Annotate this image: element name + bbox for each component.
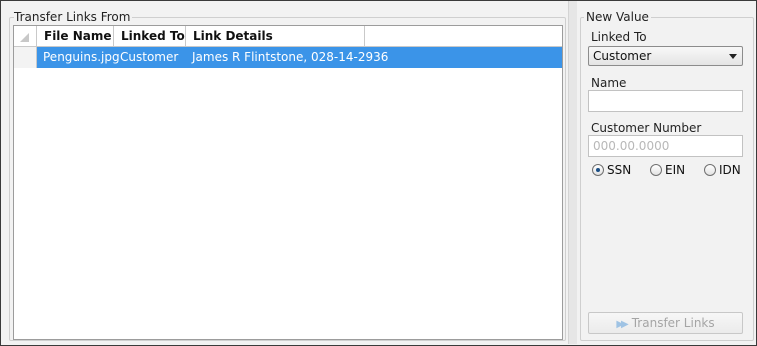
links-grid[interactable]: File Name Linked To Link Details Penguin… xyxy=(13,25,563,340)
linked-to-select[interactable]: Customer xyxy=(588,46,743,66)
radio-selected-dot xyxy=(596,168,600,172)
radio-idn-label: IDN xyxy=(719,163,741,177)
column-header-file-name[interactable]: File Name xyxy=(37,26,114,46)
new-value-title: New Value xyxy=(584,10,651,24)
customer-number-input[interactable] xyxy=(588,135,743,157)
cell-linked-to[interactable]: Customer xyxy=(114,47,178,68)
grid-header: File Name Linked To Link Details xyxy=(14,26,562,47)
transfer-arrow-icon: ▶▶ xyxy=(616,319,629,330)
cell-link-details[interactable]: James R Flintstone, 028-14-2936 xyxy=(186,47,388,68)
column-header-linked-to[interactable]: Linked To xyxy=(114,26,186,46)
cell-file-name[interactable]: Penguins.jpg xyxy=(37,47,120,68)
transfer-links-from-title: Transfer Links From xyxy=(14,10,133,24)
select-all-corner[interactable] xyxy=(14,26,37,46)
table-row[interactable]: Penguins.jpg Customer James R Flintstone… xyxy=(14,47,562,68)
radio-ssn-circle xyxy=(592,164,604,176)
radio-ein-circle xyxy=(650,164,662,176)
radio-idn-circle xyxy=(704,164,716,176)
chevron-down-icon xyxy=(729,54,737,59)
transfer-links-button[interactable]: ▶▶ Transfer Links xyxy=(588,312,743,334)
transfer-links-button-label: Transfer Links xyxy=(631,316,715,330)
customer-number-label: Customer Number xyxy=(591,121,702,135)
radio-ein-label: EIN xyxy=(665,163,686,177)
row-header[interactable] xyxy=(14,47,37,68)
linked-to-label: Linked To xyxy=(591,30,647,44)
select-all-icon xyxy=(20,33,29,42)
name-label: Name xyxy=(591,76,627,90)
radio-ssn-label: SSN xyxy=(607,163,632,177)
linked-to-selected-value: Customer xyxy=(593,49,652,63)
column-header-link-details[interactable]: Link Details xyxy=(186,26,365,46)
name-input[interactable] xyxy=(588,90,743,112)
